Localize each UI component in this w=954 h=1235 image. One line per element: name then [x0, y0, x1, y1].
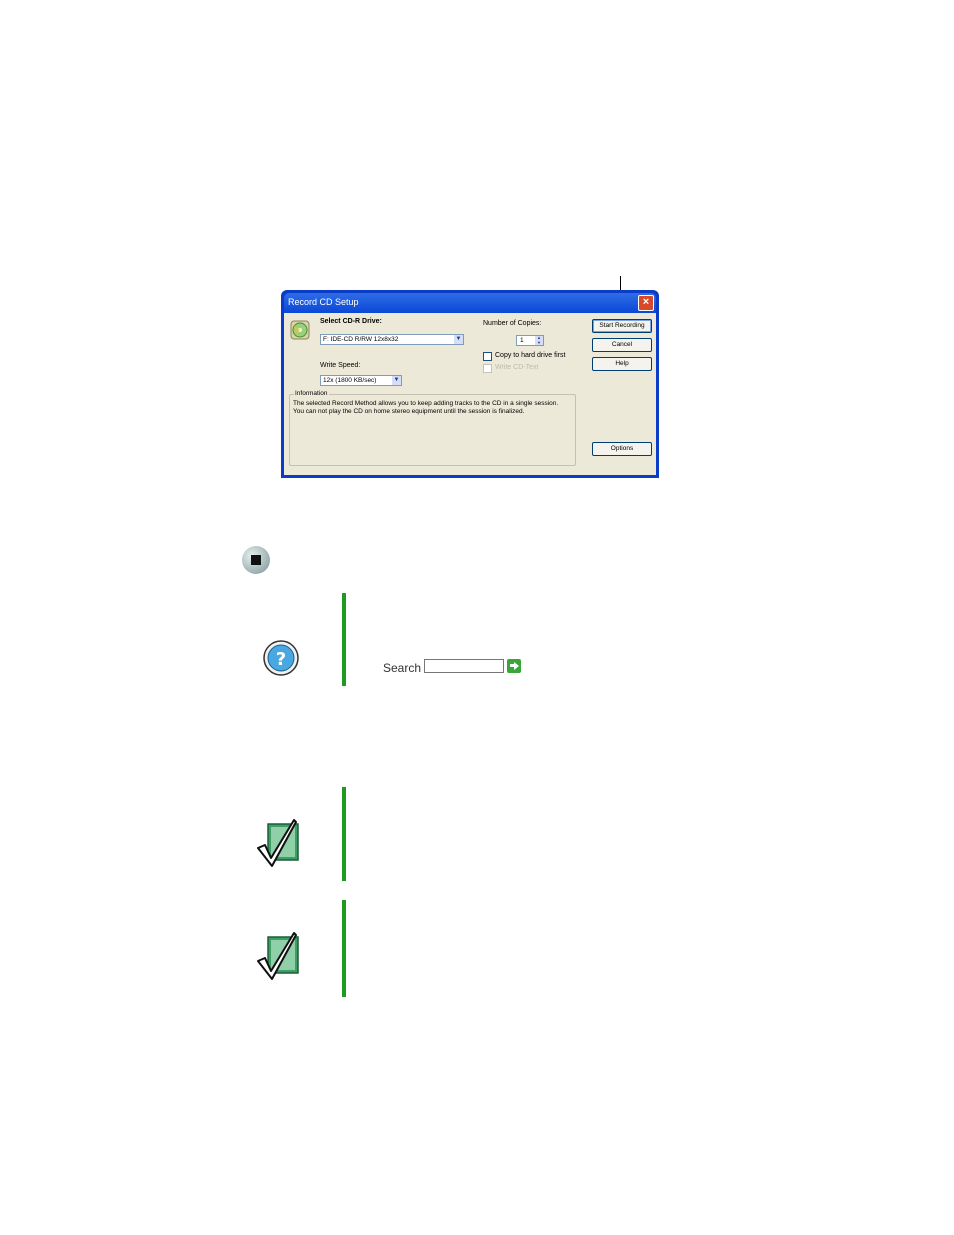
dialog-body: Select CD-R Drive: F: IDE-CD R/RW 12x8x3… — [284, 313, 656, 475]
information-text: The selected Record Method allows you to… — [293, 400, 559, 415]
drive-select-value: F: IDE-CD R/RW 12x8x32 — [323, 336, 399, 343]
dialog-title: Record CD Setup — [288, 297, 359, 307]
help-button[interactable]: Help — [592, 357, 652, 371]
write-speed-select[interactable]: 12x (1800 KB/sec) ▼ — [320, 375, 402, 386]
write-speed-value: 12x (1800 KB/sec) — [323, 377, 377, 384]
dialog-titlebar: Record CD Setup × — [284, 293, 656, 313]
drive-select[interactable]: F: IDE-CD R/RW 12x8x32 ▼ — [320, 334, 464, 345]
close-button[interactable]: × — [638, 295, 654, 311]
spin-arrows-icon[interactable]: ▲ ▼ — [535, 335, 543, 345]
copies-value: 1 — [520, 337, 524, 344]
copy-to-hard-drive-label: Copy to hard drive first — [495, 352, 566, 359]
select-drive-label: Select CD-R Drive: — [320, 318, 382, 325]
search-go-arrow-icon[interactable] — [507, 659, 521, 673]
start-recording-button[interactable]: Start Recording — [592, 319, 652, 333]
checkmark-note-icon — [257, 932, 299, 980]
help-accent-bar — [342, 593, 346, 686]
write-cd-text-checkbox[interactable] — [483, 364, 492, 373]
checkmark-note-icon — [257, 819, 299, 867]
search-label: Search — [383, 661, 422, 675]
information-group: Information The selected Record Method a… — [289, 390, 576, 466]
note-accent-bar — [342, 900, 346, 997]
chevron-down-icon: ▼ — [454, 335, 463, 344]
write-cd-text-label: Write CD-Text — [495, 364, 539, 371]
chevron-down-icon: ▼ — [392, 376, 401, 385]
note-accent-bar — [342, 787, 346, 881]
information-label: Information — [294, 390, 329, 397]
section-end-icon — [242, 546, 270, 574]
cd-drive-icon — [290, 320, 310, 340]
search-input[interactable] — [424, 659, 504, 673]
record-cd-setup-dialog: Record CD Setup × Select CD-R Drive: F: … — [281, 290, 659, 478]
copy-to-hard-drive-checkbox[interactable] — [483, 352, 492, 361]
copies-stepper[interactable]: 1 ▲ ▼ — [516, 335, 544, 346]
options-button[interactable]: Options — [592, 442, 652, 456]
copies-label: Number of Copies: — [483, 320, 542, 327]
cancel-button[interactable]: Cancel — [592, 338, 652, 352]
svg-text:?: ? — [276, 649, 286, 670]
write-speed-label: Write Speed: — [320, 362, 361, 369]
help-question-icon: ? — [263, 640, 299, 676]
